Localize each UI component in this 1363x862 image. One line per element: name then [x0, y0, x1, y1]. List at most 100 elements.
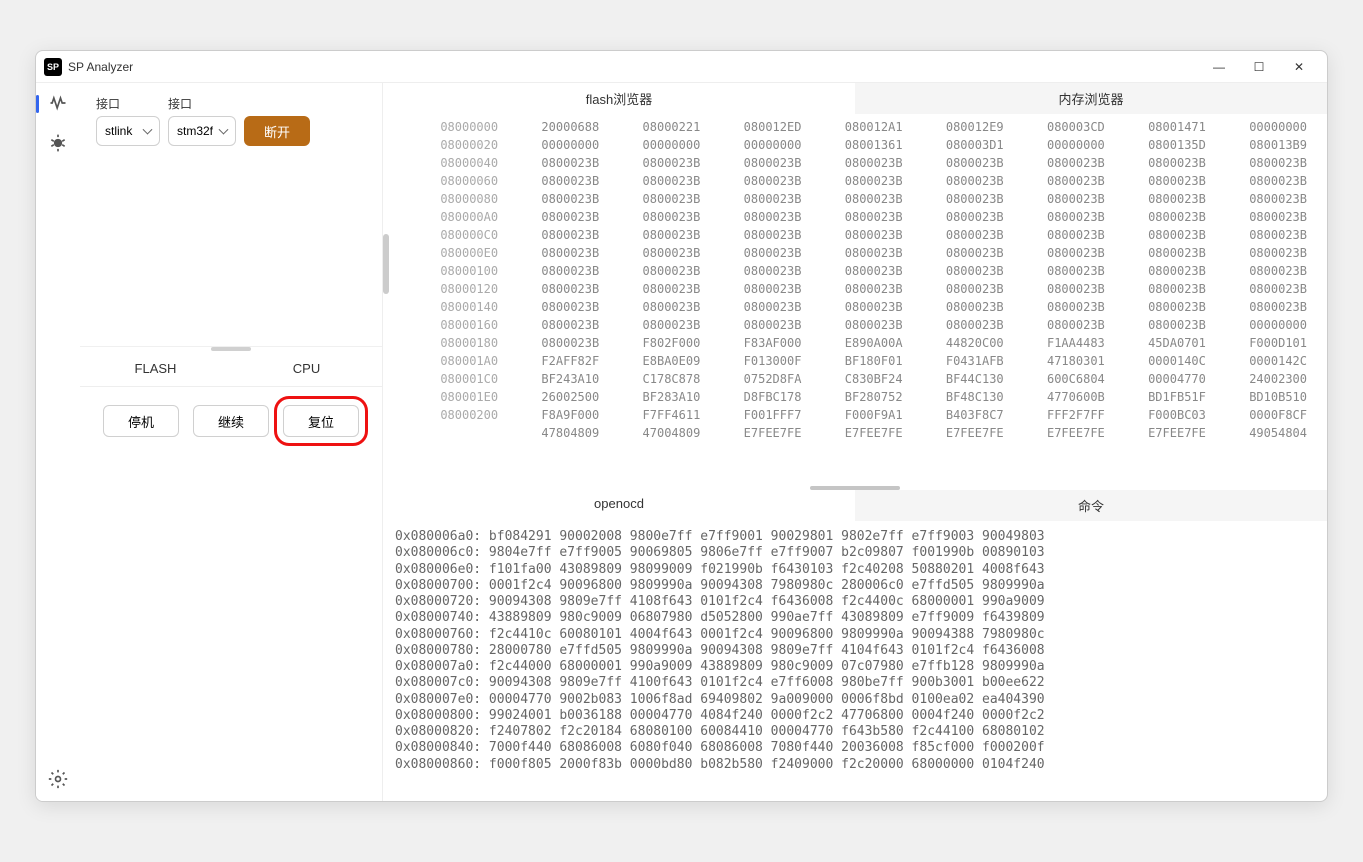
- hex-value: 0800023B: [706, 280, 807, 298]
- hex-value: 080012ED: [706, 118, 807, 136]
- halt-button[interactable]: 停机: [103, 405, 179, 437]
- hex-address: 08000140: [403, 298, 504, 316]
- hex-value: 0800023B: [504, 316, 605, 334]
- hex-value: 08000221: [605, 118, 706, 136]
- hex-value: 0800023B: [504, 226, 605, 244]
- hex-value: 20000688: [504, 118, 605, 136]
- hex-value: 0800023B: [605, 316, 706, 334]
- hex-value: 0800023B: [1111, 208, 1212, 226]
- disconnect-button[interactable]: 断开: [244, 116, 310, 146]
- hex-value: 00000000: [605, 136, 706, 154]
- hex-value: 47180301: [1010, 352, 1111, 370]
- settings-icon[interactable]: [48, 769, 68, 789]
- hex-value: 0000F8CF: [1212, 406, 1313, 424]
- hex-address: [403, 424, 504, 442]
- hex-row: 080000002000068808000221080012ED080012A1…: [403, 118, 1313, 136]
- hex-value: E890A00A: [807, 334, 908, 352]
- hex-value: 00000000: [1010, 136, 1111, 154]
- activity-bar: [36, 83, 80, 801]
- hex-value: 0800023B: [706, 190, 807, 208]
- scrollbar[interactable]: [383, 234, 389, 294]
- tab-mem-browser[interactable]: 内存浏览器: [855, 83, 1327, 114]
- minimize-button[interactable]: —: [1199, 53, 1239, 81]
- maximize-button[interactable]: ☐: [1239, 53, 1279, 81]
- tab-cpu[interactable]: CPU: [231, 351, 382, 386]
- close-button[interactable]: ✕: [1279, 53, 1319, 81]
- hex-row: 080001A0F2AFF82FE8BA0E09F013000FBF180F01…: [403, 352, 1313, 370]
- resume-button[interactable]: 继续: [193, 405, 269, 437]
- hex-value: 0800023B: [504, 262, 605, 280]
- hex-value: BF283A10: [605, 388, 706, 406]
- cpu-controls: 停机 继续 复位: [80, 387, 382, 455]
- hex-value: 600C6804: [1010, 370, 1111, 388]
- tab-flash-browser[interactable]: flash浏览器: [383, 83, 855, 114]
- hex-value: 0800023B: [807, 262, 908, 280]
- hex-value: 26002500: [504, 388, 605, 406]
- hex-value: BF48C130: [909, 388, 1010, 406]
- hex-value: F83AF000: [706, 334, 807, 352]
- hex-value: 0800023B: [807, 244, 908, 262]
- hex-value: 0800023B: [706, 226, 807, 244]
- hex-address: 080000E0: [403, 244, 504, 262]
- hex-value: FFF2F7FF: [1010, 406, 1111, 424]
- hex-value: D8FBC178: [706, 388, 807, 406]
- tab-command[interactable]: 命令: [855, 490, 1327, 521]
- hex-value: 0800023B: [1212, 280, 1313, 298]
- hex-value: 0800023B: [706, 154, 807, 172]
- hex-value: 0800023B: [1010, 154, 1111, 172]
- hex-address: 08000060: [403, 172, 504, 190]
- hex-value: 0800023B: [605, 172, 706, 190]
- hex-value: 0800023B: [605, 244, 706, 262]
- bug-icon[interactable]: [48, 133, 68, 153]
- hex-value: F8A9F000: [504, 406, 605, 424]
- hex-value: F7FF4611: [605, 406, 706, 424]
- hex-value: 0800023B: [706, 172, 807, 190]
- tab-flash[interactable]: FLASH: [80, 351, 231, 386]
- hex-value: 0800023B: [605, 298, 706, 316]
- hex-value: 0800023B: [1010, 316, 1111, 334]
- app-logo-icon: SP: [44, 58, 62, 76]
- hex-row: 080001200800023B0800023B0800023B0800023B…: [403, 280, 1313, 298]
- hex-value: 0800023B: [807, 172, 908, 190]
- hex-row: 080001C0BF243A10C178C8780752D8FAC830BF24…: [403, 370, 1313, 388]
- hex-value: 0000140C: [1111, 352, 1212, 370]
- right-panel: flash浏览器 内存浏览器 0800000020000688080002210…: [382, 83, 1327, 801]
- hex-value: 0800023B: [605, 280, 706, 298]
- hex-value: 0000142C: [1212, 352, 1313, 370]
- hex-value: F1AA4483: [1010, 334, 1111, 352]
- hex-value: 0800023B: [1010, 190, 1111, 208]
- hex-value: 0800023B: [1212, 262, 1313, 280]
- hex-value: E7FEE7FE: [1010, 424, 1111, 442]
- hex-address: 080001C0: [403, 370, 504, 388]
- hex-row: 0800002000000000000000000000000008001361…: [403, 136, 1313, 154]
- hex-value: F000F9A1: [807, 406, 908, 424]
- hex-value: 24002300: [1212, 370, 1313, 388]
- hex-value: 08001471: [1111, 118, 1212, 136]
- hex-row: 080001800800023BF802F000F83AF000E890A00A…: [403, 334, 1313, 352]
- hex-row: 080000A00800023B0800023B0800023B0800023B…: [403, 208, 1313, 226]
- hex-value: BD1FB51F: [1111, 388, 1212, 406]
- hex-value: 0800023B: [1010, 172, 1111, 190]
- hex-value: 0800023B: [909, 316, 1010, 334]
- hex-value: 0800135D: [1111, 136, 1212, 154]
- target-select[interactable]: stm32f: [168, 116, 236, 146]
- hex-value: 00000000: [706, 136, 807, 154]
- hex-value: 08001361: [807, 136, 908, 154]
- hex-value: F013000F: [706, 352, 807, 370]
- hex-row: 080001400800023B0800023B0800023B0800023B…: [403, 298, 1313, 316]
- hex-value: 0800023B: [909, 244, 1010, 262]
- reset-button[interactable]: 复位: [283, 405, 359, 437]
- hex-value: 0800023B: [605, 226, 706, 244]
- hex-value: 0800023B: [1212, 172, 1313, 190]
- hex-value: 00000000: [1212, 118, 1313, 136]
- left-tabs: FLASH CPU: [80, 351, 382, 387]
- hex-value: 0800023B: [1212, 226, 1313, 244]
- hex-value: 0800023B: [909, 280, 1010, 298]
- interface-select[interactable]: stlink: [96, 116, 160, 146]
- hex-value: 0800023B: [909, 298, 1010, 316]
- tab-openocd[interactable]: openocd: [383, 490, 855, 521]
- hex-value: 0800023B: [706, 316, 807, 334]
- hex-value: E7FEE7FE: [909, 424, 1010, 442]
- waveform-icon[interactable]: [48, 93, 68, 113]
- hex-value: 0800023B: [706, 244, 807, 262]
